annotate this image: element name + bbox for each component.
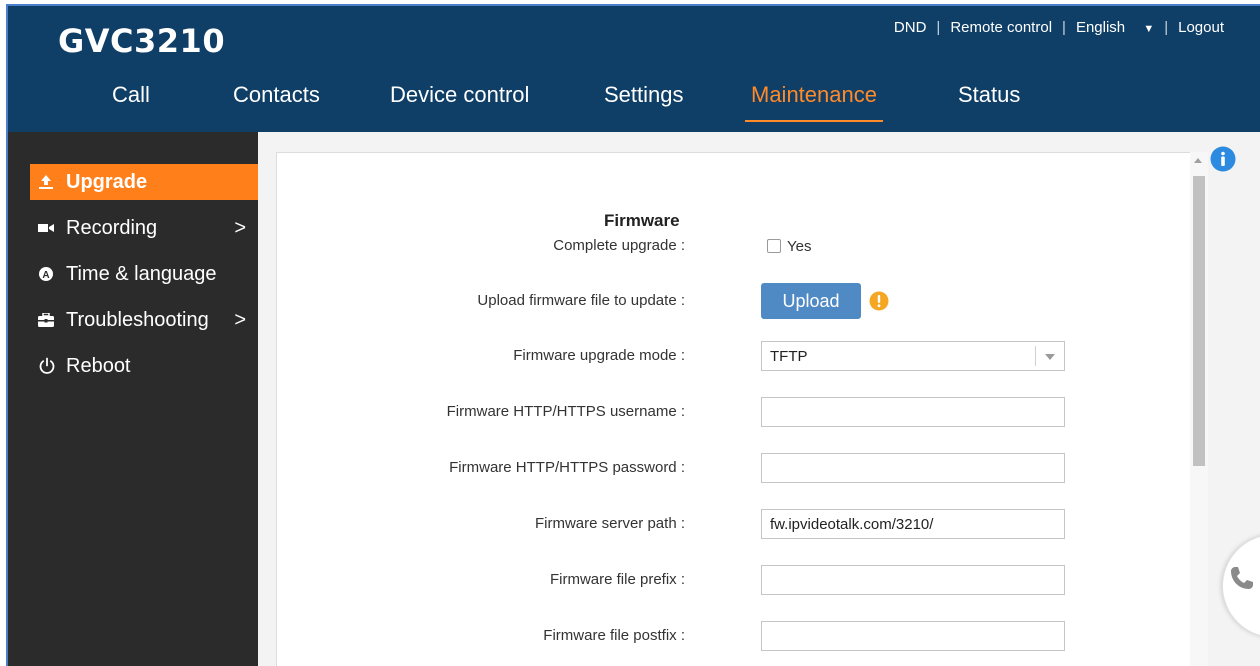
- clock-icon: A: [38, 266, 62, 282]
- sidebar-item-label: Troubleshooting: [66, 308, 209, 331]
- tab-maintenance[interactable]: Maintenance: [745, 82, 883, 122]
- server-path-input[interactable]: fw.ipvideotalk.com/3210/: [761, 509, 1065, 539]
- separator: |: [1062, 19, 1066, 36]
- complete-upgrade-yes-label: Yes: [787, 238, 812, 255]
- upload-firmware-label: Upload firmware file to update :: [477, 292, 685, 309]
- scroll-up-arrow-icon[interactable]: [1194, 158, 1202, 163]
- warning-icon[interactable]: [869, 291, 889, 311]
- sidebar-item-label: Time & language: [66, 262, 217, 285]
- section-title: Firmware: [604, 211, 680, 230]
- dropdown-arrow-icon: ▼: [1143, 23, 1155, 35]
- sidebar-item-time-language[interactable]: A Time & language: [30, 256, 258, 292]
- sidebar-item-recording[interactable]: Recording >: [30, 210, 258, 246]
- separator: |: [1164, 19, 1169, 36]
- tab-maintenance-label: Maintenance: [751, 82, 877, 107]
- separator: |: [936, 19, 941, 36]
- upgrade-mode-label: Firmware upgrade mode :: [513, 347, 685, 364]
- sidebar-item-label: Recording: [66, 216, 158, 239]
- tab-device-control[interactable]: Device control: [390, 82, 529, 108]
- firmware-panel: Firmware Complete upgrade : Yes Upload f…: [276, 152, 1208, 666]
- file-postfix-input[interactable]: [761, 621, 1065, 651]
- sidebar-item-troubleshooting[interactable]: Troubleshooting >: [30, 302, 258, 338]
- active-tab-underline: [745, 120, 883, 122]
- app-logo: GVC3210: [58, 22, 226, 60]
- complete-upgrade-checkbox[interactable]: [767, 239, 781, 253]
- upgrade-mode-value: TFTP: [770, 347, 808, 365]
- video-camera-icon: [38, 222, 62, 234]
- http-password-label: Firmware HTTP/HTTPS password :: [449, 459, 685, 476]
- header: GVC3210 DND | Remote control | English ▼…: [8, 6, 1260, 132]
- sidebar: Upgrade Recording > A Time & language Tr…: [8, 132, 258, 666]
- complete-upgrade-label: Complete upgrade :: [553, 237, 685, 254]
- tab-settings[interactable]: Settings: [604, 82, 684, 108]
- http-username-input[interactable]: [761, 397, 1065, 427]
- dnd-link[interactable]: DND: [894, 19, 927, 36]
- phone-icon: [1227, 563, 1257, 593]
- language-label: English: [1075, 19, 1126, 36]
- chevron-down-icon: [1045, 354, 1055, 360]
- tab-contacts[interactable]: Contacts: [233, 82, 320, 108]
- upload-icon: [38, 174, 62, 190]
- content-area: Firmware Complete upgrade : Yes Upload f…: [258, 132, 1260, 666]
- tab-call[interactable]: Call: [112, 82, 150, 108]
- sidebar-item-label: Upgrade: [66, 170, 148, 193]
- scrollbar-thumb[interactable]: [1193, 176, 1205, 466]
- sidebar-item-reboot[interactable]: Reboot: [30, 348, 258, 384]
- language-select[interactable]: English ▼: [1076, 19, 1154, 36]
- toolbox-icon: [38, 313, 62, 327]
- chevron-right-icon: >: [234, 308, 246, 331]
- vertical-scrollbar[interactable]: [1190, 152, 1208, 666]
- sidebar-item-upgrade[interactable]: Upgrade: [30, 164, 258, 200]
- remote-control-link[interactable]: Remote control: [950, 19, 1052, 36]
- upload-button[interactable]: Upload: [761, 283, 861, 319]
- top-links: DND | Remote control | English ▼ | Logou…: [894, 19, 1224, 36]
- http-password-input[interactable]: [761, 453, 1065, 483]
- svg-text:A: A: [42, 270, 49, 281]
- app-window: GVC3210 DND | Remote control | English ▼…: [8, 6, 1260, 666]
- power-icon: [38, 357, 62, 375]
- file-prefix-label: Firmware file prefix :: [549, 571, 685, 588]
- logout-link[interactable]: Logout: [1178, 19, 1224, 36]
- http-username-label: Firmware HTTP/HTTPS username :: [446, 403, 685, 420]
- chevron-right-icon: >: [234, 216, 246, 239]
- select-divider: [1035, 346, 1036, 366]
- file-postfix-label: Firmware file postfix :: [543, 627, 685, 644]
- info-icon[interactable]: [1210, 146, 1236, 172]
- server-path-label: Firmware server path :: [534, 515, 685, 532]
- tab-status[interactable]: Status: [958, 82, 1020, 108]
- sidebar-item-label: Reboot: [66, 354, 131, 377]
- file-prefix-input[interactable]: [761, 565, 1065, 595]
- upgrade-mode-select[interactable]: TFTP: [761, 341, 1065, 371]
